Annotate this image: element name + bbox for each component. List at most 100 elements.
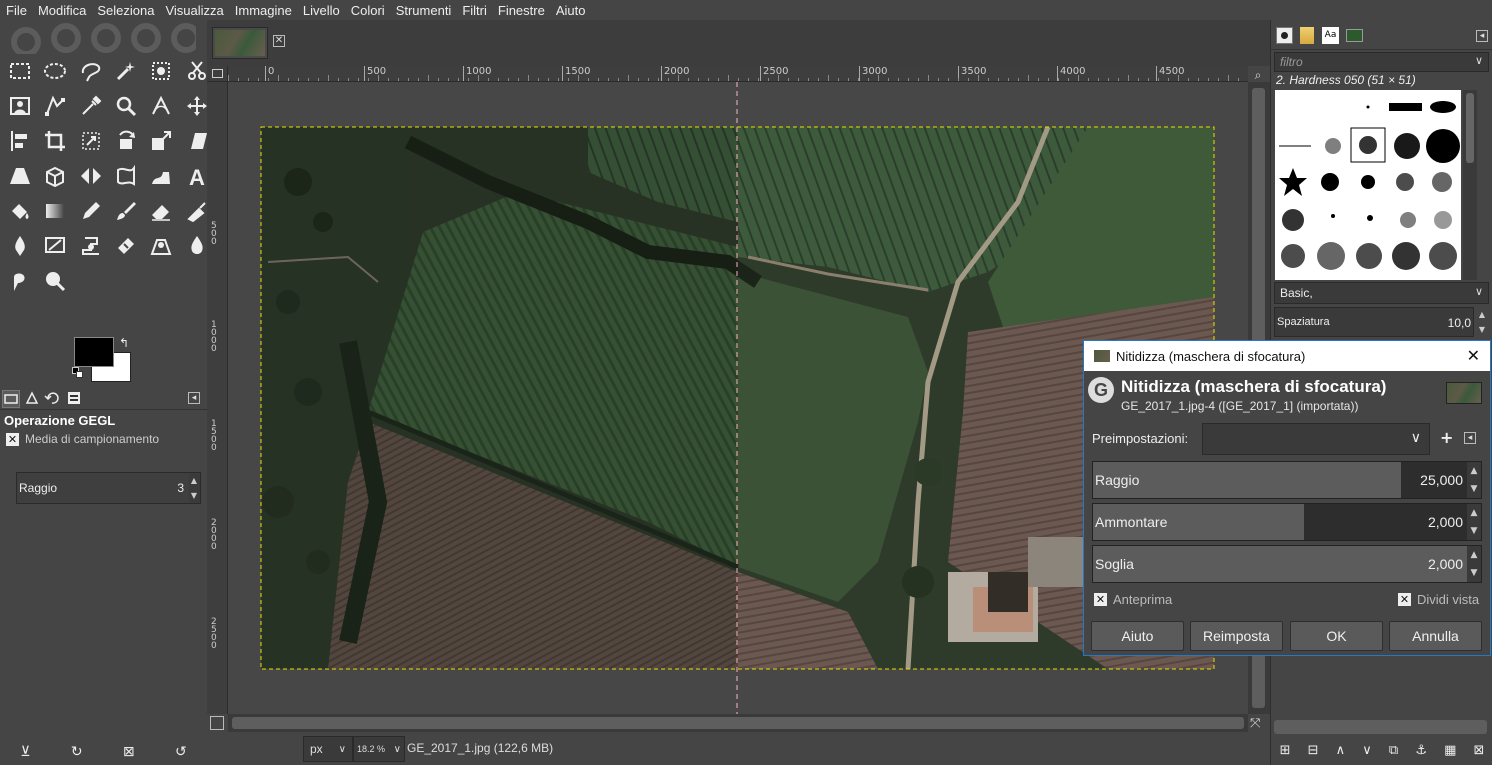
swap-colors-icon[interactable]: ↰ [119, 336, 129, 350]
delete-layer-icon[interactable]: ⊠ [1474, 743, 1485, 758]
lower-layer-icon[interactable]: ∨ [1362, 743, 1372, 758]
free-select-tool[interactable] [76, 56, 106, 86]
new-layer-icon[interactable]: ⊞ [1280, 743, 1291, 758]
tab-device-status[interactable] [24, 390, 42, 408]
dock-menu-icon[interactable]: ◂ [1476, 30, 1488, 42]
param-raggio-slider[interactable]: Raggio 25,000 ▲ ▼ [1092, 461, 1482, 499]
duplicate-layer-icon[interactable]: ⧉ [1389, 743, 1398, 758]
navigate-icon[interactable]: ⤧ [1250, 716, 1260, 731]
paths-tool[interactable] [40, 91, 70, 121]
spin-down-icon[interactable]: ▼ [1471, 484, 1478, 494]
horizontal-ruler[interactable]: 0 500 1000 1500 2000 2500 3000 3500 4000 4500 [228, 66, 1248, 82]
menu-colori[interactable]: Colori [351, 3, 385, 18]
spin-down-icon[interactable]: ▼ [1471, 568, 1478, 578]
unit-select[interactable]: px ∨ [303, 736, 353, 762]
measure-tool[interactable] [146, 91, 176, 121]
fuzzy-select-tool[interactable] [111, 56, 141, 86]
tab-undo-history[interactable] [44, 390, 62, 408]
spin-down-icon[interactable]: ▼ [1471, 526, 1478, 536]
menu-strumenti[interactable]: Strumenti [396, 3, 452, 18]
spin-arrows[interactable]: ▲ ▼ [1467, 462, 1481, 498]
ellipse-select-tool[interactable] [40, 56, 70, 86]
crop-tool[interactable] [40, 126, 70, 156]
restore-options-icon[interactable]: ↻ [71, 744, 83, 760]
cancel-button[interactable]: Annulla [1389, 621, 1482, 651]
zoom-tool[interactable] [111, 91, 141, 121]
align-tool[interactable] [5, 126, 35, 156]
smudge-tool[interactable] [5, 266, 35, 296]
brush-grid[interactable] [1275, 90, 1461, 280]
radius-spin-arrows[interactable]: ▲ ▼ [188, 473, 200, 503]
close-tab-icon[interactable]: ✕ [273, 35, 285, 47]
help-button[interactable]: Aiuto [1091, 621, 1184, 651]
image-tab-thumbnail[interactable] [212, 27, 268, 59]
menu-immagine[interactable]: Immagine [235, 3, 292, 18]
brush-grid-scrollbar[interactable] [1463, 90, 1477, 280]
perspective-clone-tool[interactable] [146, 231, 176, 261]
spacing-spin-arrows[interactable]: ▲ ▼ [1476, 307, 1488, 337]
layers-scrollbar[interactable] [1274, 720, 1487, 734]
color-picker-tool[interactable] [76, 91, 106, 121]
cage-transform-tool[interactable] [111, 161, 141, 191]
reset-options-icon[interactable]: ↺ [175, 744, 187, 760]
foreground-color-swatch[interactable] [74, 337, 114, 367]
heal-tool[interactable] [111, 231, 141, 261]
delete-options-icon[interactable]: ⊠ [123, 744, 135, 760]
eraser-tool[interactable] [146, 196, 176, 226]
unified-transform-tool[interactable] [76, 126, 106, 156]
spin-up-icon[interactable]: ▲ [1471, 508, 1478, 518]
menu-livello[interactable]: Livello [303, 3, 340, 18]
rotate-tool[interactable] [111, 126, 141, 156]
vertical-ruler[interactable]: 5 0 01 0 0 01 5 0 02 0 0 02 5 0 03 0 0 0 [207, 82, 228, 714]
spacing-slider[interactable]: Spaziatura 10,0 [1274, 307, 1474, 337]
param-soglia-slider[interactable]: Soglia 2,000 ▲ ▼ [1092, 545, 1482, 583]
bucket-fill-tool[interactable] [5, 196, 35, 226]
horizontal-scrollbar[interactable] [228, 714, 1248, 732]
radius-spinner[interactable]: Raggio 3 ▲ ▼ [16, 472, 201, 504]
menu-seleziona[interactable]: Seleziona [97, 3, 154, 18]
tab-images[interactable] [66, 390, 84, 408]
warp-transform-tool[interactable] [146, 161, 176, 191]
anchor-layer-icon[interactable]: ⚓ [1415, 743, 1427, 758]
dialog-titlebar[interactable]: Nitidizza (maschera di sfocatura) ✕ [1084, 341, 1490, 371]
preview-checkbox[interactable]: ✕ Anteprima [1094, 592, 1172, 607]
spin-up-icon[interactable]: ▲ [1471, 466, 1478, 476]
menu-finestre[interactable]: Finestre [498, 3, 545, 18]
dodge-burn-tool[interactable] [40, 266, 70, 296]
add-preset-icon[interactable]: + [1440, 428, 1453, 447]
quick-mask-corner[interactable] [207, 66, 228, 82]
split-view-checkbox[interactable]: ✕ Dividi vista [1398, 592, 1479, 607]
perspective-tool[interactable] [5, 161, 35, 191]
mask-icon[interactable]: ▦ [1444, 743, 1456, 758]
select-by-color-tool[interactable] [146, 56, 176, 86]
gradient-tool[interactable] [40, 196, 70, 226]
zoom-fit-icon[interactable]: ⌕ [1250, 68, 1266, 82]
save-options-icon[interactable]: ⊻ [20, 744, 30, 760]
tab-images-preview[interactable] [1346, 29, 1363, 42]
sampling-average-checkbox[interactable]: ✕ Media di campionamento [6, 432, 159, 446]
menu-file[interactable]: File [6, 3, 27, 18]
menu-visualizza[interactable]: Visualizza [165, 3, 223, 18]
raise-layer-icon[interactable]: ∧ [1336, 743, 1346, 758]
flip-tool[interactable] [76, 161, 106, 191]
menu-modifica[interactable]: Modifica [38, 3, 86, 18]
scale-tool[interactable] [146, 126, 176, 156]
ink-tool[interactable] [5, 231, 35, 261]
brush-filter-input[interactable]: filtro ∨ [1274, 52, 1489, 72]
clone-tool[interactable] [76, 231, 106, 261]
menu-aiuto[interactable]: Aiuto [556, 3, 586, 18]
pencil-tool[interactable] [76, 196, 106, 226]
new-layer-group-icon[interactable]: ⊟ [1308, 743, 1319, 758]
zoom-select[interactable]: 18.2 % ∨ [353, 736, 405, 762]
reset-button[interactable]: Reimposta [1190, 621, 1283, 651]
brush-tag-input[interactable]: Basic, ∨ [1274, 282, 1489, 304]
param-ammontare-slider[interactable]: Ammontare 2,000 ▲ ▼ [1092, 503, 1482, 541]
rect-select-tool[interactable] [5, 56, 35, 86]
tab-brushes[interactable] [1276, 27, 1293, 44]
tab-tool-options[interactable] [2, 390, 20, 408]
tab-menu-icon[interactable]: ◂ [188, 392, 200, 404]
preset-menu-icon[interactable]: ◂ [1464, 432, 1476, 444]
close-icon[interactable]: ✕ [1467, 346, 1480, 366]
tab-patterns[interactable] [1300, 27, 1314, 44]
3d-transform-tool[interactable] [40, 161, 70, 191]
